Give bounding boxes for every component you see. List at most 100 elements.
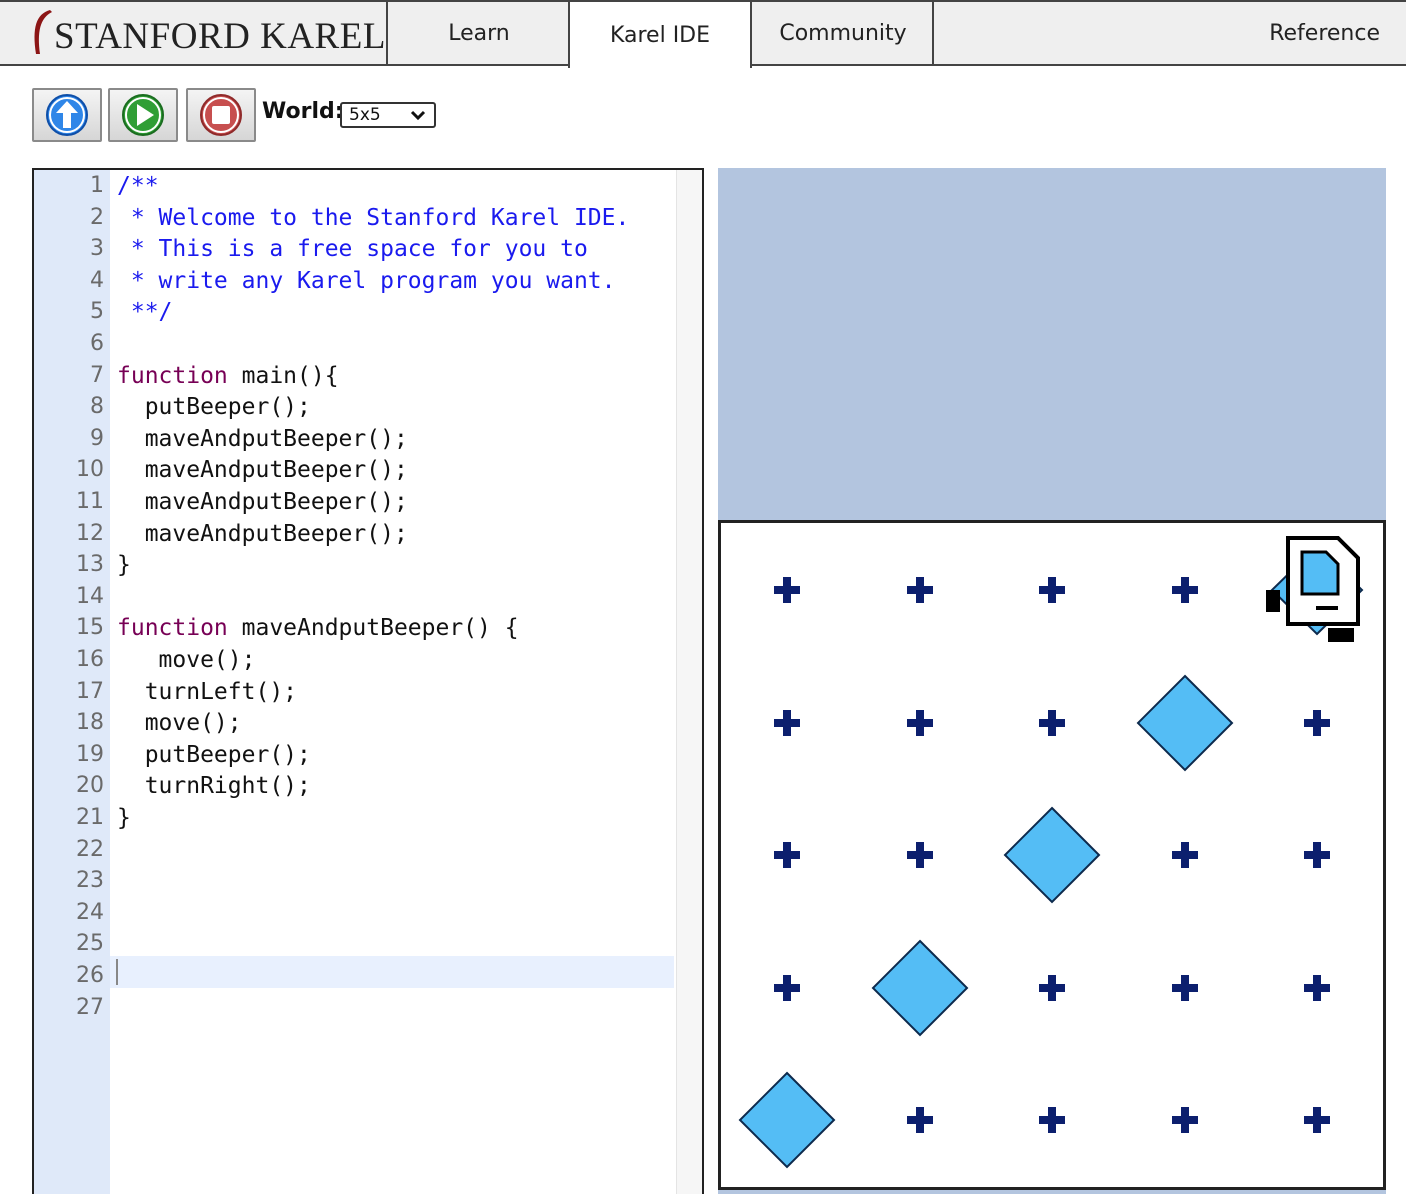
corner-marker-icon [1304, 974, 1330, 1001]
logo-swoosh-icon [34, 10, 52, 54]
code-text: maveAndputBeeper(); [117, 489, 408, 515]
corner-marker-icon [906, 577, 933, 603]
world-select-value: 5x5 [349, 105, 381, 125]
upload-button[interactable] [32, 88, 102, 142]
corner-marker-icon [1039, 577, 1065, 603]
line-number: 22 [76, 836, 104, 862]
line-number-gutter: 1 2 3 4 5 6 7 8 9 10 11 12 13 14 15 16 17 18 19 20 21 22 23 24 2… [34, 170, 110, 1194]
corner-marker-icon [1304, 842, 1330, 868]
line-number: 19 [76, 741, 104, 767]
line-number: 27 [76, 994, 104, 1020]
corner-marker-icon [1304, 1107, 1330, 1133]
corner-marker-icon [1039, 709, 1065, 736]
tab-karel-ide[interactable]: Karel IDE [568, 2, 752, 68]
line-number: 2 [90, 204, 104, 230]
code-text: /** [117, 173, 159, 199]
line-number: 23 [76, 868, 104, 894]
code-line[interactable]: maveAndputBeeper(); [117, 423, 408, 455]
line-number: 21 [76, 805, 104, 830]
code-text: maveAndputBeeper(); [117, 457, 408, 484]
active-line-highlight [110, 956, 674, 988]
code-line[interactable]: turnLeft(); [117, 676, 297, 708]
code-line[interactable]: maveAndputBeeper(); [117, 454, 408, 486]
code-line[interactable]: * This is a free space for you to [117, 233, 588, 265]
tab-community[interactable]: Community [750, 2, 934, 64]
world-select[interactable]: 5x5 [340, 102, 436, 128]
line-number: 10 [76, 457, 104, 483]
corner-marker-icon [1171, 1107, 1198, 1133]
line-number: 25 [76, 931, 104, 957]
corner-marker-icon [906, 842, 933, 868]
code-text: maveAndputBeeper(); [117, 425, 408, 452]
code-text: turnRight(); [117, 773, 311, 800]
top-nav: STANFORD KAREL Learn Karel IDE Community… [0, 0, 1406, 68]
corner-marker-icon [774, 577, 800, 603]
code-line[interactable]: function maveAndputBeeper() { [117, 612, 519, 644]
tab-learn[interactable]: Learn [386, 2, 570, 64]
code-text: putBeeper(); [117, 394, 311, 421]
world-label: World: [262, 99, 344, 124]
text-cursor [116, 959, 118, 985]
line-number: 1 [90, 173, 104, 198]
line-number: 24 [76, 899, 104, 925]
code-text: putBeeper(); [117, 741, 311, 768]
corner-marker-icon [1304, 709, 1330, 736]
code-line[interactable]: } [117, 549, 131, 581]
code-line[interactable]: move(); [117, 644, 256, 676]
code-line[interactable]: * Welcome to the Stanford Karel IDE. [117, 202, 630, 234]
code-line[interactable]: turnRight(); [117, 770, 311, 802]
stop-button[interactable] [186, 88, 256, 142]
code-text: move(); [117, 647, 256, 673]
corner-marker-icon [774, 709, 800, 736]
beeper-icon [871, 939, 968, 1036]
code-line[interactable]: **/ [117, 296, 173, 328]
code-text: maveAndputBeeper() { [227, 615, 519, 642]
code-text: main(){ [227, 362, 339, 389]
code-line[interactable]: maveAndputBeeper(); [117, 518, 408, 550]
line-number: 9 [90, 425, 104, 451]
tab-reference[interactable]: Reference [932, 2, 1406, 64]
line-number: 3 [90, 236, 104, 262]
code-line[interactable]: putBeeper(); [117, 739, 311, 771]
line-number: 15 [76, 615, 104, 641]
chevron-down-icon [410, 110, 426, 121]
code-text: } [117, 552, 131, 579]
code-line[interactable]: /** [117, 170, 159, 202]
code-text: } [117, 805, 131, 831]
run-button[interactable] [108, 88, 178, 142]
code-text: * This is a free space for you to [117, 236, 588, 263]
line-number: 14 [76, 583, 104, 609]
corner-marker-icon [1171, 577, 1198, 603]
line-number: 13 [76, 552, 104, 578]
code-text: * write any Karel program you want. [117, 267, 616, 294]
line-number: 16 [76, 647, 104, 672]
line-number: 11 [76, 489, 104, 514]
code-line[interactable]: maveAndputBeeper(); [117, 486, 408, 518]
up-arrow-icon [46, 94, 88, 136]
tab-learn-label: Learn [448, 20, 510, 46]
line-number: 17 [76, 678, 104, 704]
line-number: 12 [76, 520, 104, 546]
line-number: 7 [90, 362, 104, 388]
corner-marker-icon [906, 1107, 933, 1133]
code-line[interactable]: putBeeper(); [117, 391, 311, 423]
corner-marker-icon [774, 842, 800, 868]
keyword: function [117, 615, 228, 642]
code-line[interactable]: move(); [117, 707, 242, 739]
corner-marker-icon [774, 974, 800, 1001]
code-line[interactable]: * write any Karel program you want. [117, 265, 616, 297]
line-number: 8 [90, 394, 104, 420]
code-text: turnLeft(); [117, 678, 298, 705]
code-line[interactable]: } [117, 802, 131, 834]
code-text: * Welcome to the Stanford Karel IDE. [117, 204, 630, 231]
tab-community-label: Community [779, 20, 907, 46]
stop-icon [200, 94, 242, 136]
logo[interactable]: STANFORD KAREL [0, 2, 386, 64]
code-line[interactable]: function main(){ [117, 360, 339, 392]
corner-marker-icon [1171, 842, 1198, 868]
line-number: 26 [76, 963, 104, 988]
beeper-icon [1003, 806, 1101, 904]
editor-scrollbar[interactable] [676, 170, 702, 1194]
code-editor[interactable]: 1 2 3 4 5 6 7 8 9 10 11 12 13 14 15 16 17 18 19 20 21 22 23 24 2… [32, 168, 704, 1194]
line-number: 6 [90, 331, 104, 356]
